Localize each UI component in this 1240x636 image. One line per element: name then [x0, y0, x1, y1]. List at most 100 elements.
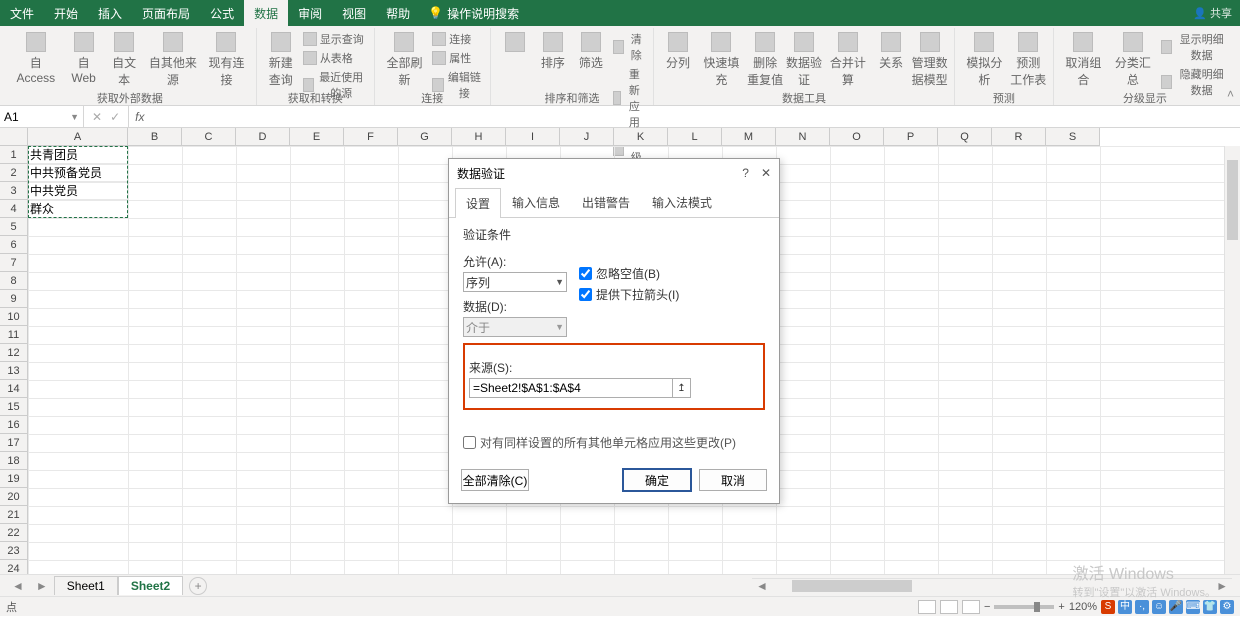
- dialog-tab-error[interactable]: 出错警告: [571, 187, 641, 217]
- horizontal-scrollbar[interactable]: ◄ ►: [752, 578, 1232, 594]
- tab-help[interactable]: 帮助: [376, 0, 420, 26]
- tab-review[interactable]: 审阅: [288, 0, 332, 26]
- cancel-button[interactable]: 取消: [699, 469, 767, 491]
- col-header-L[interactable]: L: [668, 128, 722, 146]
- range-picker-icon[interactable]: ↥: [673, 378, 691, 398]
- sheet-nav-prev-icon[interactable]: ◄: [6, 579, 30, 593]
- sheet-nav-next-icon[interactable]: ►: [30, 579, 54, 593]
- scroll-left-icon[interactable]: ◄: [752, 579, 772, 593]
- row-header-13[interactable]: 13: [0, 362, 28, 380]
- row-header-2[interactable]: 2: [0, 164, 28, 182]
- ignore-blank-checkbox[interactable]: 忽略空值(B): [579, 265, 679, 282]
- col-header-P[interactable]: P: [884, 128, 938, 146]
- connections-button[interactable]: 连接: [430, 30, 484, 48]
- tab-home[interactable]: 开始: [44, 0, 88, 26]
- col-header-I[interactable]: I: [506, 128, 560, 146]
- row-header-11[interactable]: 11: [0, 326, 28, 344]
- col-header-E[interactable]: E: [290, 128, 344, 146]
- cancel-formula-icon[interactable]: ✕: [92, 110, 102, 124]
- ok-button[interactable]: 确定: [623, 469, 691, 491]
- col-header-N[interactable]: N: [776, 128, 830, 146]
- relationships-button[interactable]: 关系: [873, 30, 909, 73]
- text-to-columns-button[interactable]: 分列: [660, 30, 696, 73]
- col-header-G[interactable]: G: [398, 128, 452, 146]
- row-header-9[interactable]: 9: [0, 290, 28, 308]
- forecast-sheet-button[interactable]: 预测 工作表: [1010, 30, 1047, 90]
- clear-all-button[interactable]: 全部清除(C): [461, 469, 529, 491]
- tab-view[interactable]: 视图: [332, 0, 376, 26]
- dropdown-checkbox[interactable]: 提供下拉箭头(I): [579, 286, 679, 303]
- dialog-close-icon[interactable]: ✕: [761, 166, 771, 180]
- from-text-button[interactable]: 自文本: [106, 30, 143, 90]
- ime-keyboard-icon[interactable]: ⌨: [1186, 600, 1200, 614]
- tab-insert[interactable]: 插入: [88, 0, 132, 26]
- row-header-1[interactable]: 1: [0, 146, 28, 164]
- col-header-C[interactable]: C: [182, 128, 236, 146]
- from-access-button[interactable]: 自 Access: [10, 30, 62, 87]
- new-query-button[interactable]: 新建 查询: [263, 30, 299, 90]
- cell-A2[interactable]: 中共预备党员: [28, 164, 128, 182]
- cell-A1[interactable]: 共青团员: [28, 146, 128, 164]
- whatif-button[interactable]: 模拟分析: [961, 30, 1008, 90]
- col-header-R[interactable]: R: [992, 128, 1046, 146]
- row-header-3[interactable]: 3: [0, 182, 28, 200]
- collapse-ribbon-icon[interactable]: ˄: [1227, 87, 1234, 101]
- row-header-16[interactable]: 16: [0, 416, 28, 434]
- row-header-8[interactable]: 8: [0, 272, 28, 290]
- zoom-out-button[interactable]: −: [984, 601, 990, 613]
- properties-button[interactable]: 属性: [430, 49, 484, 67]
- col-header-B[interactable]: B: [128, 128, 182, 146]
- row-header-15[interactable]: 15: [0, 398, 28, 416]
- data-model-button[interactable]: 管理数 据模型: [911, 30, 948, 90]
- zoom-in-button[interactable]: +: [1058, 601, 1064, 613]
- ime-lang-icon[interactable]: 中: [1118, 600, 1132, 614]
- from-table-button[interactable]: 从表格: [301, 49, 368, 67]
- col-header-J[interactable]: J: [560, 128, 614, 146]
- ime-punct-icon[interactable]: ·,: [1135, 600, 1149, 614]
- row-header-20[interactable]: 20: [0, 488, 28, 506]
- refresh-all-button[interactable]: 全部刷新: [381, 30, 429, 90]
- row-header-23[interactable]: 23: [0, 542, 28, 560]
- name-box[interactable]: A1 ▼: [0, 106, 84, 127]
- page-layout-view-button[interactable]: [940, 600, 958, 614]
- allow-select[interactable]: 序列▼: [463, 272, 567, 292]
- reapply-button[interactable]: 重新应用: [611, 65, 647, 131]
- sheet-tab-sheet1[interactable]: Sheet1: [54, 576, 118, 595]
- sort-asc-button[interactable]: [497, 30, 533, 56]
- select-all-corner[interactable]: [0, 128, 28, 146]
- row-header-14[interactable]: 14: [0, 380, 28, 398]
- consolidate-button[interactable]: 合并计算: [825, 30, 872, 90]
- show-queries-button[interactable]: 显示查询: [301, 30, 368, 48]
- zoom-level[interactable]: 120%: [1069, 601, 1097, 613]
- filter-button[interactable]: 筛选: [573, 30, 609, 73]
- col-header-S[interactable]: S: [1046, 128, 1100, 146]
- col-header-K[interactable]: K: [614, 128, 668, 146]
- tab-file[interactable]: 文件: [0, 0, 44, 26]
- tab-layout[interactable]: 页面布局: [132, 0, 200, 26]
- zoom-slider[interactable]: [994, 605, 1054, 609]
- ignore-blank-input[interactable]: [579, 267, 592, 280]
- existing-conn-button[interactable]: 现有连接: [203, 30, 250, 90]
- normal-view-button[interactable]: [918, 600, 936, 614]
- ime-settings-icon[interactable]: ⚙: [1220, 600, 1234, 614]
- dialog-help-icon[interactable]: ?: [742, 166, 749, 180]
- row-header-5[interactable]: 5: [0, 218, 28, 236]
- data-validation-button[interactable]: 数据验 证: [786, 30, 823, 90]
- col-header-D[interactable]: D: [236, 128, 290, 146]
- row-header-6[interactable]: 6: [0, 236, 28, 254]
- dialog-tab-settings[interactable]: 设置: [455, 188, 501, 218]
- row-header-4[interactable]: 4: [0, 200, 28, 218]
- apply-all-checkbox[interactable]: [463, 436, 476, 449]
- tab-formula[interactable]: 公式: [200, 0, 244, 26]
- col-header-A[interactable]: A: [28, 128, 128, 146]
- row-header-24[interactable]: 24: [0, 560, 28, 574]
- page-break-view-button[interactable]: [962, 600, 980, 614]
- row-header-22[interactable]: 22: [0, 524, 28, 542]
- from-web-button[interactable]: 自 Web: [64, 30, 104, 87]
- row-header-12[interactable]: 12: [0, 344, 28, 362]
- col-header-O[interactable]: O: [830, 128, 884, 146]
- ime-emoji-icon[interactable]: ☺: [1152, 600, 1166, 614]
- formula-input[interactable]: [150, 106, 1240, 127]
- from-other-button[interactable]: 自其他来源: [145, 30, 201, 90]
- cell-A4[interactable]: 群众: [28, 200, 128, 218]
